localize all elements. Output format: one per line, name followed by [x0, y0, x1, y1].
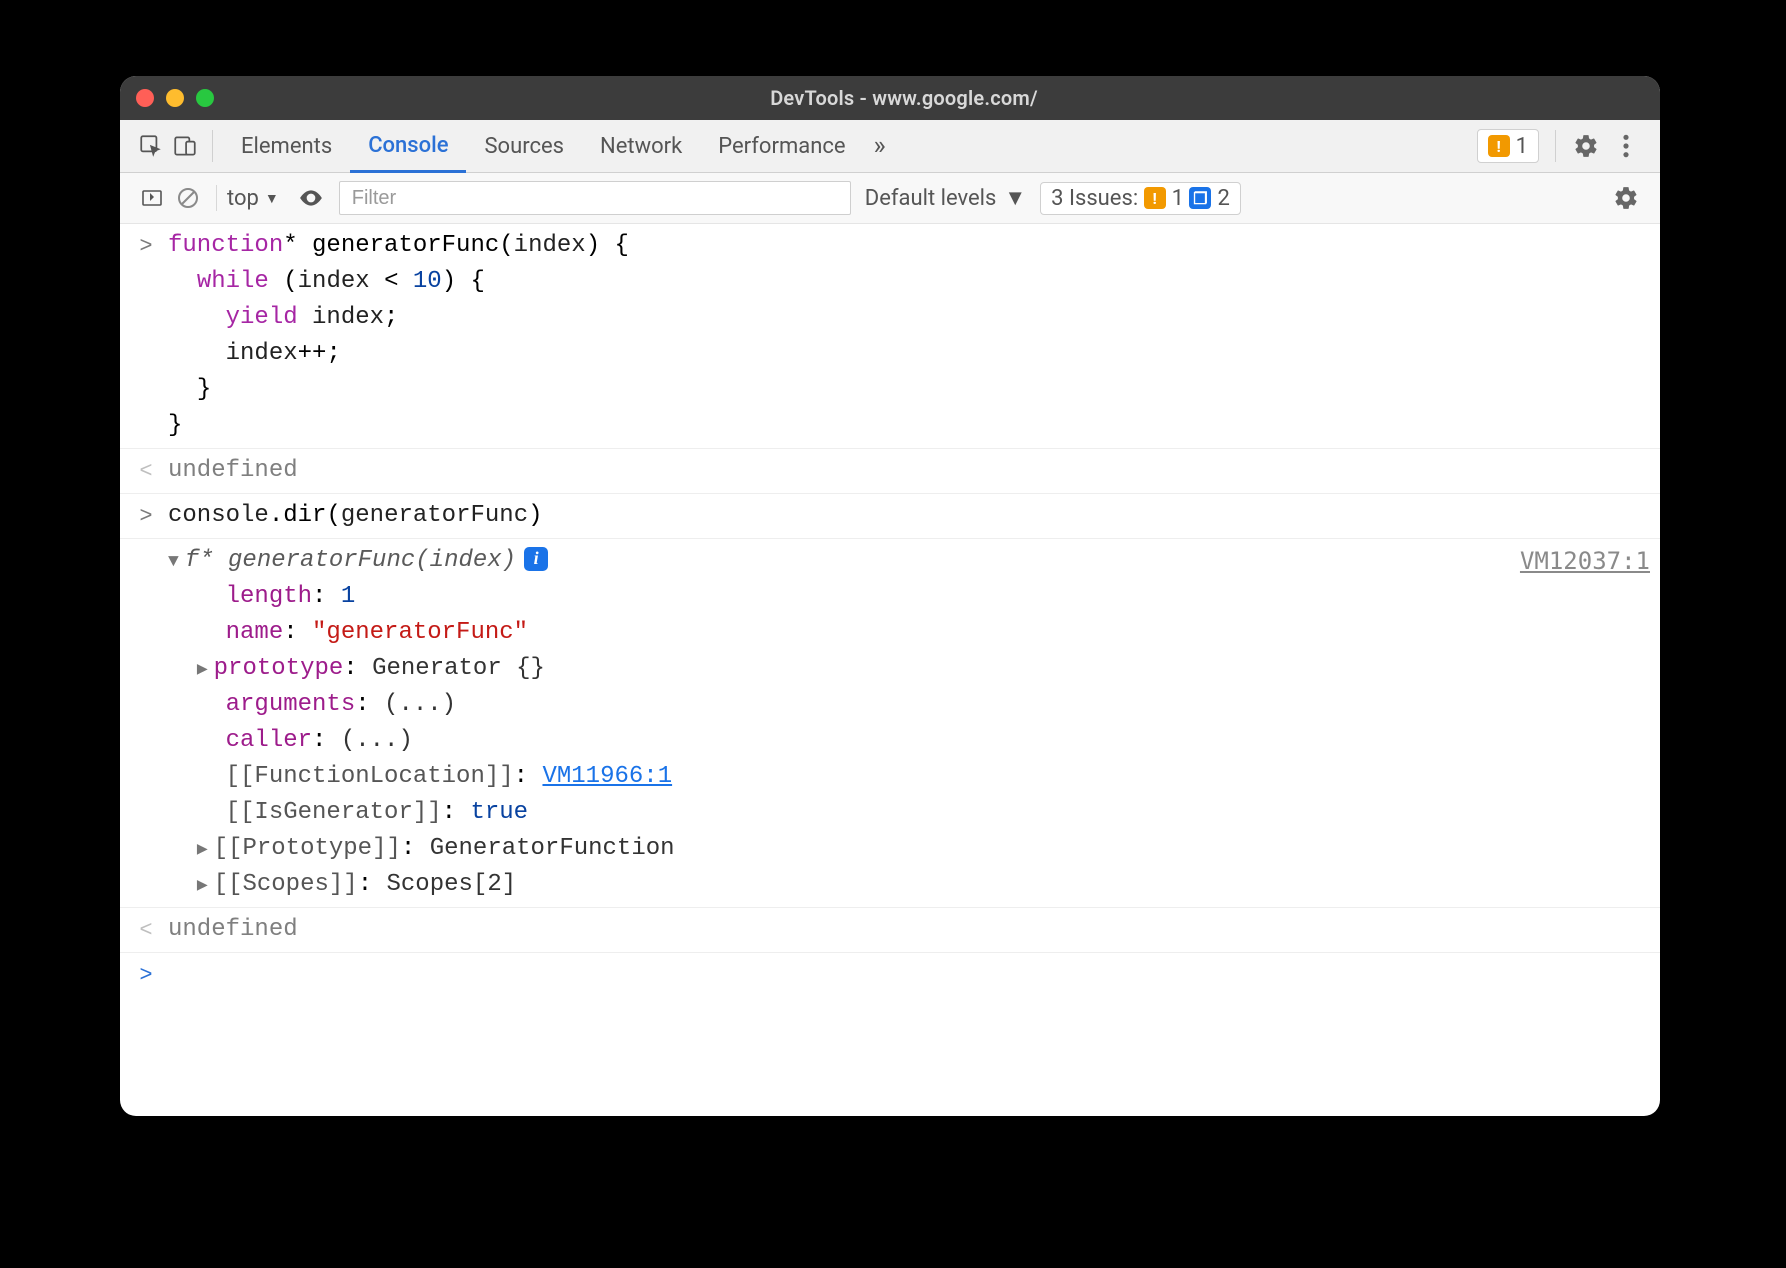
console-entry-input: > console.dir(generatorFunc): [120, 494, 1660, 539]
close-window-button[interactable]: [136, 89, 154, 107]
tab-network[interactable]: Network: [582, 120, 700, 172]
window-titlebar: DevTools - www.google.com/: [120, 76, 1660, 120]
more-tabs-button[interactable]: »: [864, 120, 896, 172]
tab-sources[interactable]: Sources: [466, 120, 582, 172]
input-chevron-icon: >: [139, 500, 152, 534]
inspect-element-icon[interactable]: [134, 120, 168, 172]
prompt-chevron-icon: >: [139, 959, 152, 992]
return-value: undefined: [168, 457, 298, 484]
caret-right-icon[interactable]: ▶: [197, 660, 208, 680]
issues-info-count: 2: [1217, 186, 1229, 211]
info-icon: ❐: [1189, 187, 1211, 209]
caret-right-icon[interactable]: ▶: [197, 876, 208, 896]
panel-tabbar: Elements Console Sources Network Perform…: [120, 120, 1660, 173]
console-prompt[interactable]: >: [120, 953, 1660, 996]
warnings-count: 1: [1516, 134, 1528, 159]
settings-icon[interactable]: [1566, 120, 1606, 172]
console-body[interactable]: > function* generatorFunc(index) { while…: [120, 224, 1660, 1116]
live-expression-icon[interactable]: [293, 185, 329, 211]
code-input: console.dir(generatorFunc): [168, 498, 1650, 534]
console-entry-return: < undefined: [120, 908, 1660, 953]
issues-warn-count: 1: [1172, 186, 1184, 211]
levels-selector[interactable]: Default levels▼: [865, 185, 1026, 211]
source-link[interactable]: VM12037:1: [1520, 547, 1650, 575]
tab-performance[interactable]: Performance: [700, 120, 863, 172]
divider: [1555, 130, 1556, 162]
function-location-link[interactable]: VM11966:1: [542, 763, 672, 790]
tab-console[interactable]: Console: [350, 120, 466, 173]
warning-icon: !: [1144, 187, 1166, 209]
prompt-input[interactable]: [168, 957, 1650, 992]
console-entry-input: > function* generatorFunc(index) { while…: [120, 224, 1660, 449]
console-entry-dir: ▼f* generatorFunc(index)i length: 1 name…: [120, 539, 1660, 908]
issues-button[interactable]: 3 Issues: ! 1 ❐ 2: [1040, 182, 1241, 215]
tab-elements[interactable]: Elements: [223, 120, 350, 172]
context-label: top: [227, 186, 259, 211]
device-toolbar-icon[interactable]: [168, 120, 202, 172]
caret-right-icon[interactable]: ▶: [197, 840, 208, 860]
console-entry-return: < undefined: [120, 449, 1660, 494]
issues-label: 3 Issues:: [1051, 186, 1138, 211]
divider: [216, 185, 217, 211]
object-tree[interactable]: ▼f* generatorFunc(index)i length: 1 name…: [168, 543, 1504, 903]
output-chevron-icon: <: [139, 455, 152, 489]
levels-label: Default levels: [865, 186, 997, 211]
kebab-menu-icon[interactable]: [1606, 120, 1646, 172]
window-title: DevTools - www.google.com/: [164, 86, 1644, 110]
filter-box[interactable]: [339, 181, 851, 215]
divider: [212, 130, 213, 162]
output-chevron-icon: <: [139, 914, 152, 948]
devtools-window: DevTools - www.google.com/ Elements Cons…: [120, 76, 1660, 1116]
warning-icon: !: [1488, 135, 1510, 157]
return-value: undefined: [168, 916, 298, 943]
warnings-badge[interactable]: ! 1: [1477, 129, 1539, 163]
clear-console-icon[interactable]: [170, 186, 206, 210]
info-badge-icon[interactable]: i: [524, 547, 548, 571]
console-settings-icon[interactable]: [1606, 185, 1646, 211]
toggle-sidebar-icon[interactable]: [134, 186, 170, 210]
caret-down-icon[interactable]: ▼: [168, 552, 179, 572]
console-toolbar: top▼ Default levels▼ 3 Issues: ! 1 ❐ 2: [120, 173, 1660, 224]
context-selector[interactable]: top▼: [227, 186, 279, 211]
input-chevron-icon: >: [139, 230, 152, 444]
code-input: function* generatorFunc(index) { while (…: [168, 228, 1650, 444]
filter-input[interactable]: [350, 186, 840, 211]
